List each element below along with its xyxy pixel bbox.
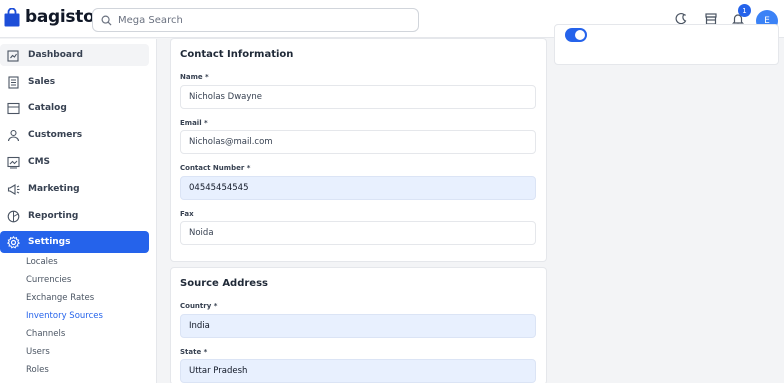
search-icon [101,11,112,30]
contact-number-field[interactable]: 04545454545 [180,176,536,200]
logo[interactable]: bagisto [4,7,95,27]
sidebar: Dashboard Sales Catalog Customers CMS Ma… [0,39,157,383]
sidebar-item-label: Catalog [28,103,67,113]
status-card [554,24,779,65]
fax-label: Fax [180,210,194,218]
fax-field[interactable]: Noida [180,221,536,245]
source-address-title: Source Address [180,278,268,289]
settings-icon [6,235,20,249]
email-label: Email * [180,119,208,127]
sidebar-item-label: Sales [28,77,56,87]
settings-subitem-users[interactable]: Users [26,347,50,357]
contact-information-title: Contact Information [180,49,294,60]
sidebar-item-label: CMS [28,157,51,167]
dashboard-icon [6,48,20,62]
logo-text: bagisto [25,7,95,27]
sidebar-item-marketing[interactable]: Marketing [0,178,149,200]
name-field[interactable]: Nicholas Dwayne [180,85,536,109]
contact-information-card: Contact Information Name * Nicholas Dway… [170,38,547,262]
shopping-bag-icon [4,7,20,27]
name-label: Name * [180,73,209,81]
sidebar-item-sales[interactable]: Sales [0,71,149,93]
status-toggle[interactable] [565,28,587,42]
catalog-icon [6,101,20,115]
sidebar-item-label: Customers [28,130,83,140]
sidebar-item-label: Dashboard [28,50,83,60]
toggle-knob [575,30,585,40]
sales-icon [6,75,20,89]
reporting-icon [6,209,20,223]
sidebar-item-cms[interactable]: CMS [0,151,149,173]
sidebar-item-label: Reporting [28,211,79,221]
settings-subitem-locales[interactable]: Locales [26,257,58,267]
marketing-icon [6,182,20,196]
settings-subitem-roles[interactable]: Roles [26,365,49,375]
country-label: Country * [180,302,218,310]
sidebar-item-dashboard[interactable]: Dashboard [0,44,149,66]
settings-subitem-inventory-sources[interactable]: Inventory Sources [26,311,103,321]
country-select[interactable]: India [180,314,536,338]
notification-count-badge: 1 [738,4,751,17]
contact-number-label: Contact Number * [180,164,251,172]
source-address-card: Source Address Country * India State * U… [170,267,547,383]
sidebar-item-catalog[interactable]: Catalog [0,97,149,119]
sidebar-item-customers[interactable]: Customers [0,124,149,146]
state-label: State * [180,348,208,356]
customers-icon [6,128,20,142]
settings-subitem-exchange-rates[interactable]: Exchange Rates [26,293,94,303]
mega-search-input[interactable] [118,14,398,26]
sidebar-item-label: Settings [28,237,71,247]
sidebar-item-settings[interactable]: Settings [0,231,149,253]
sidebar-item-reporting[interactable]: Reporting [0,205,149,227]
settings-subitem-currencies[interactable]: Currencies [26,275,71,285]
mega-search-box[interactable] [92,8,419,32]
email-field[interactable]: Nicholas@mail.com [180,130,536,154]
settings-subitem-channels[interactable]: Channels [26,329,65,339]
state-field[interactable]: Uttar Pradesh [180,359,536,383]
cms-icon [6,155,20,169]
sidebar-item-label: Marketing [28,184,80,194]
